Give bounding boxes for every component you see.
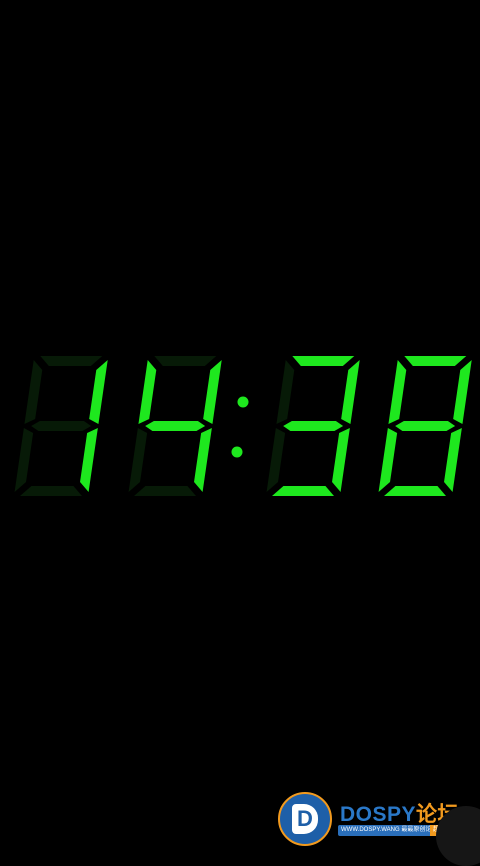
colon-dot-upper [237,396,249,408]
watermark-name-latin: DOSPY [340,803,417,826]
segment-a-off [40,356,103,366]
segment-b-on [203,360,222,424]
segment-a-off [154,356,217,366]
segment-b-on [341,360,360,424]
clock-digit-hour-tens [14,356,108,496]
segment-a-on [292,356,355,366]
segment-d-on [272,486,334,496]
segment-f-off [276,360,295,424]
segment-c-on [332,428,350,492]
segment-e-off [14,428,34,492]
segment-d-off [134,486,196,496]
segment-g-off [31,421,92,431]
colon-dot-lower [231,446,243,458]
clock-colon-separator [231,396,249,458]
segment-e-on [378,428,398,492]
watermark-url: WWW.DOSPY.WANG 最最原创论坛 [341,827,438,833]
clock-digit-hour-ones [128,356,222,496]
segment-b-on [453,360,472,424]
clock-digit-minute-ones [378,356,472,496]
segment-g-on [145,421,206,431]
segment-f-on [138,360,157,424]
dospy-logo-icon: D [278,792,332,846]
segment-e-off [128,428,148,492]
logo-letter: D [297,806,313,831]
clock-digit-minute-tens [266,356,360,496]
segment-f-on [388,360,407,424]
segment-b-on [89,360,108,424]
segment-e-off [266,428,286,492]
segment-d-off [20,486,82,496]
digital-clock-display [14,356,472,496]
segment-c-on [194,428,212,492]
segment-c-on [80,428,98,492]
segment-c-on [444,428,462,492]
segment-g-on [395,421,456,431]
segment-f-off [24,360,43,424]
segment-d-on [384,486,446,496]
segment-g-on [283,421,344,431]
segment-a-on [404,356,467,366]
